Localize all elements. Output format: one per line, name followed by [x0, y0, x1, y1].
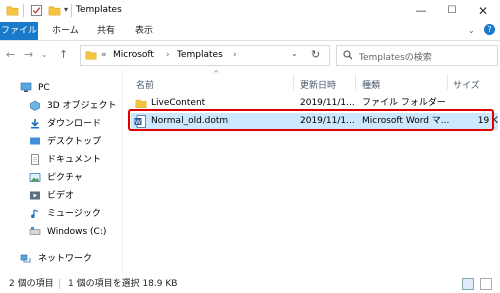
nav-item-downloads[interactable]: ダウンロード	[29, 116, 101, 132]
breadcrumb-templates[interactable]: Templates	[177, 50, 223, 60]
new-folder-icon[interactable]	[48, 4, 61, 17]
address-dropdown-icon[interactable]: ⌄	[291, 49, 298, 58]
breadcrumb-separator-icon: ›	[233, 50, 237, 60]
network-icon	[20, 253, 32, 264]
column-header-type[interactable]: 種類	[362, 78, 380, 91]
nav-item-label: Windows (C:)	[47, 227, 107, 237]
refresh-icon[interactable]: ↻	[311, 48, 320, 61]
highlight-box	[128, 109, 494, 131]
navigation-bar: ← → ⌄ ↑ « Microsoft › Templates › ⌄ ↻ Te…	[0, 40, 500, 68]
sort-chevron-icon: ^	[213, 69, 220, 78]
large-icons-view-icon[interactable]	[480, 278, 492, 290]
videos-icon	[29, 190, 41, 201]
nav-item-pictures[interactable]: ピクチャ	[29, 170, 83, 186]
folder-icon	[6, 6, 19, 16]
recent-locations-icon[interactable]: ⌄	[41, 50, 48, 59]
nav-item-3d-objects[interactable]: 3D オブジェクト	[29, 98, 117, 114]
column-header-name[interactable]: 名前	[136, 78, 154, 91]
quick-access-dropdown-icon[interactable]: ▾	[64, 5, 68, 14]
forward-arrow-icon[interactable]: →	[24, 48, 33, 61]
nav-item-label: ドキュメント	[47, 155, 102, 165]
status-bar: 2 個の項目 1 個の項目を選択 18.9 KB	[0, 275, 500, 293]
nav-item-label: ピクチャ	[47, 173, 83, 183]
nav-item-label: PC	[38, 83, 50, 93]
pc-icon	[20, 82, 32, 93]
close-button[interactable]: ✕	[468, 0, 498, 22]
details-view-icon[interactable]	[462, 278, 474, 290]
status-item-count: 2 個の項目	[9, 279, 54, 289]
ribbon-tabs: ファイル ホーム 共有 表示 ⌄ ?	[0, 22, 500, 41]
expand-ribbon-icon[interactable]: ⌄	[468, 26, 475, 35]
search-placeholder: Templatesの検索	[359, 53, 432, 63]
desktop-icon	[29, 136, 41, 147]
search-icon	[343, 50, 353, 60]
status-selection: 1 個の項目を選択 18.9 KB	[68, 279, 178, 289]
navigation-pane: PC 3D オブジェクト ダウンロード デスクトップ ドキュメント ピクチャ ビ…	[0, 76, 122, 271]
nav-item-label: デスクトップ	[47, 137, 102, 147]
title-bar: ▾ Templates — ☐ ✕	[0, 0, 500, 22]
column-separator[interactable]	[293, 74, 294, 90]
address-bar[interactable]: « Microsoft › Templates › ⌄ ↻	[80, 45, 330, 66]
nav-item-windows-drive[interactable]: Windows (C:)	[29, 224, 106, 240]
3d-objects-icon	[29, 100, 41, 111]
nav-item-label: ネットワーク	[38, 254, 93, 264]
column-separator[interactable]	[355, 74, 356, 90]
column-separator[interactable]	[447, 74, 448, 90]
nav-item-label: ビデオ	[47, 191, 75, 201]
music-icon	[29, 208, 41, 219]
column-header-modified[interactable]: 更新日時	[300, 78, 336, 91]
nav-item-label: ミュージック	[47, 209, 101, 219]
folder-icon	[135, 99, 147, 109]
properties-checkbox-icon[interactable]	[30, 4, 43, 17]
status-divider	[59, 279, 60, 289]
column-header-size[interactable]: サイズ	[453, 78, 480, 91]
nav-item-label: 3D オブジェクト	[47, 101, 117, 111]
tab-file[interactable]: ファイル	[0, 22, 38, 40]
nav-item-desktop[interactable]: デスクトップ	[29, 134, 101, 150]
breadcrumb-microsoft[interactable]: Microsoft	[113, 50, 154, 60]
drive-icon	[29, 226, 41, 237]
overflow-chevron[interactable]: «	[101, 50, 107, 60]
help-icon[interactable]: ?	[484, 24, 495, 35]
download-icon	[29, 118, 41, 129]
breadcrumb-separator-icon: ›	[166, 50, 170, 60]
search-box[interactable]: Templatesの検索	[336, 45, 498, 66]
documents-icon	[29, 154, 41, 165]
tab-view[interactable]: 表示	[135, 22, 153, 40]
tab-share[interactable]: 共有	[97, 22, 115, 40]
nav-item-music[interactable]: ミュージック	[29, 206, 101, 222]
nav-item-label: ダウンロード	[47, 119, 102, 129]
minimize-button[interactable]: —	[406, 0, 436, 22]
nav-item-videos[interactable]: ビデオ	[29, 188, 74, 204]
pane-divider[interactable]	[122, 70, 123, 273]
maximize-button[interactable]: ☐	[437, 0, 467, 22]
back-arrow-icon[interactable]: ←	[6, 48, 15, 61]
tab-home[interactable]: ホーム	[52, 22, 79, 40]
nav-item-network[interactable]: ネットワーク	[20, 251, 92, 267]
pictures-icon	[29, 172, 41, 183]
window-title: Templates	[76, 5, 122, 15]
nav-item-documents[interactable]: ドキュメント	[29, 152, 101, 168]
folder-icon	[85, 51, 97, 60]
nav-item-pc[interactable]: PC	[20, 80, 50, 96]
up-arrow-icon[interactable]: ↑	[59, 48, 68, 61]
